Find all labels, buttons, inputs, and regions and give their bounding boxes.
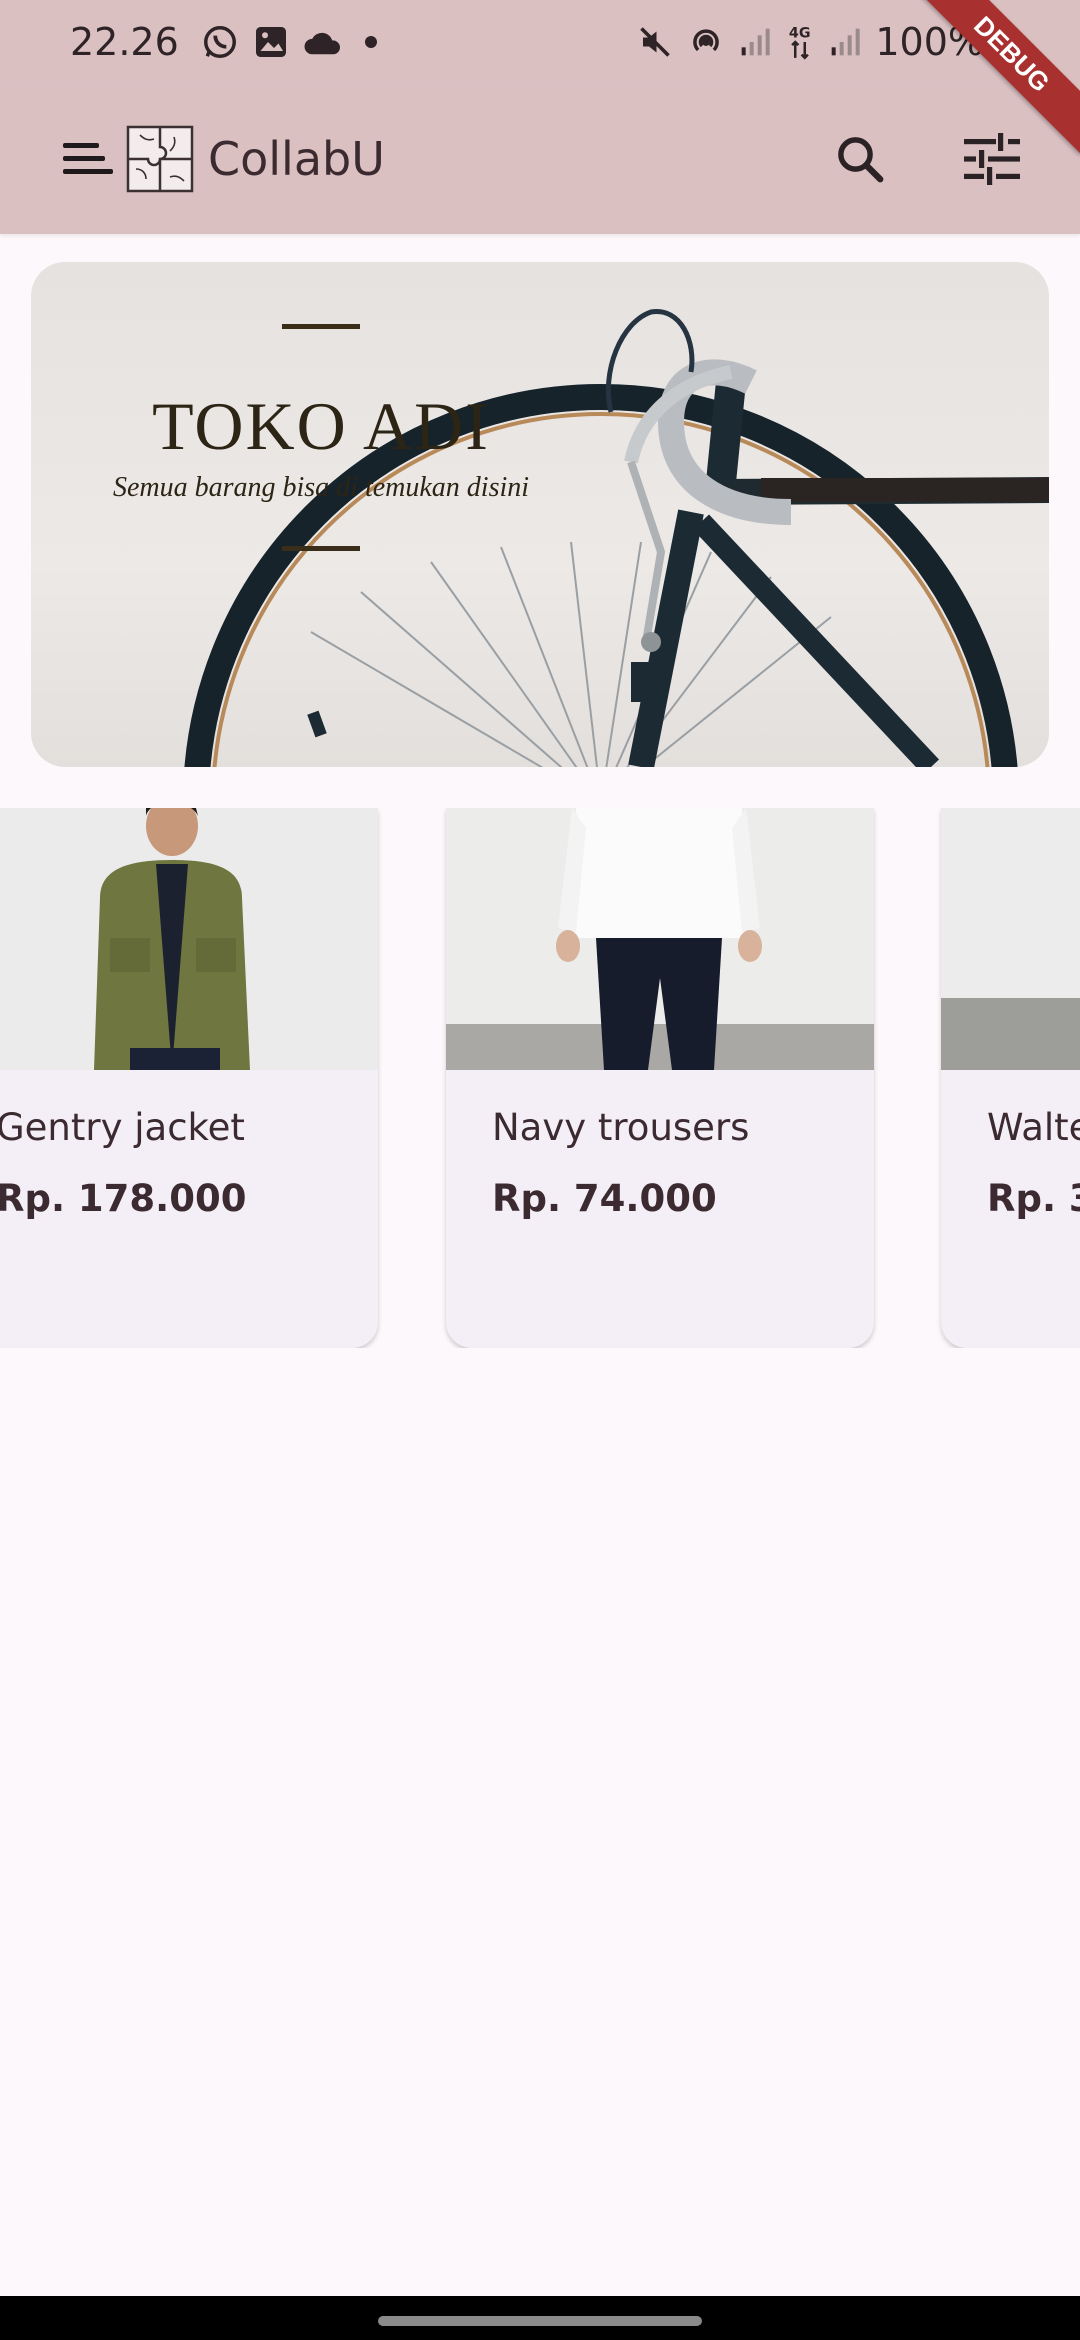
product-list[interactable]: Gentry jacket Rp. 178.000 Navy trousers … [0,808,1080,1348]
notification-dot [364,36,377,48]
store-banner[interactable]: TOKO ADI Semua barang bisa di temukan di… [31,262,1049,767]
home-indicator[interactable] [378,2316,702,2326]
product-name: Gentry jacket [0,1106,245,1149]
product-image [941,808,1080,1070]
gallery-icon [253,24,289,60]
signal-icon [829,26,861,58]
banner-divider-bottom [282,546,360,551]
mute-icon [637,24,673,60]
signal-icon [739,26,771,58]
status-bar: 22.26 4G 100% [0,0,1080,84]
app-title: CollabU [208,132,385,186]
product-card[interactable]: Navy trousers Rp. 74.000 [446,808,874,1348]
product-image [446,808,874,1070]
filter-button[interactable] [944,111,1040,207]
whatsapp-icon [201,23,239,61]
product-price: Rp. 74.000 [492,1177,717,1220]
navigation-bar [0,2296,1080,2340]
search-icon [838,137,884,183]
search-button[interactable] [812,111,908,207]
tune-icon [964,133,1020,185]
banner-subtitle: Semua barang bisa di temukan disini [112,472,530,503]
product-name: Walte [987,1106,1080,1149]
cloud-icon [303,27,343,57]
menu-icon [63,143,113,174]
svg-text:4G: 4G [789,25,811,41]
product-card[interactable]: Walte Rp. 3 [941,808,1080,1348]
banner-text: TOKO ADI Semua barang bisa di temukan di… [61,324,581,551]
menu-button[interactable] [60,131,116,187]
status-left: 22.26 [70,20,377,64]
puzzle-logo-icon [126,125,194,193]
product-card[interactable]: Gentry jacket Rp. 178.000 [0,808,378,1348]
4g-icon: 4G [785,23,815,61]
hotspot-icon [687,23,725,61]
banner-divider-top [282,324,360,329]
app-bar: CollabU [0,84,1080,234]
product-price: Rp. 3 [987,1177,1080,1220]
banner-title: TOKO ADI [152,388,490,464]
status-time: 22.26 [70,20,179,64]
product-name: Navy trousers [492,1106,750,1149]
product-image [0,808,378,1070]
product-price: Rp. 178.000 [0,1177,247,1220]
